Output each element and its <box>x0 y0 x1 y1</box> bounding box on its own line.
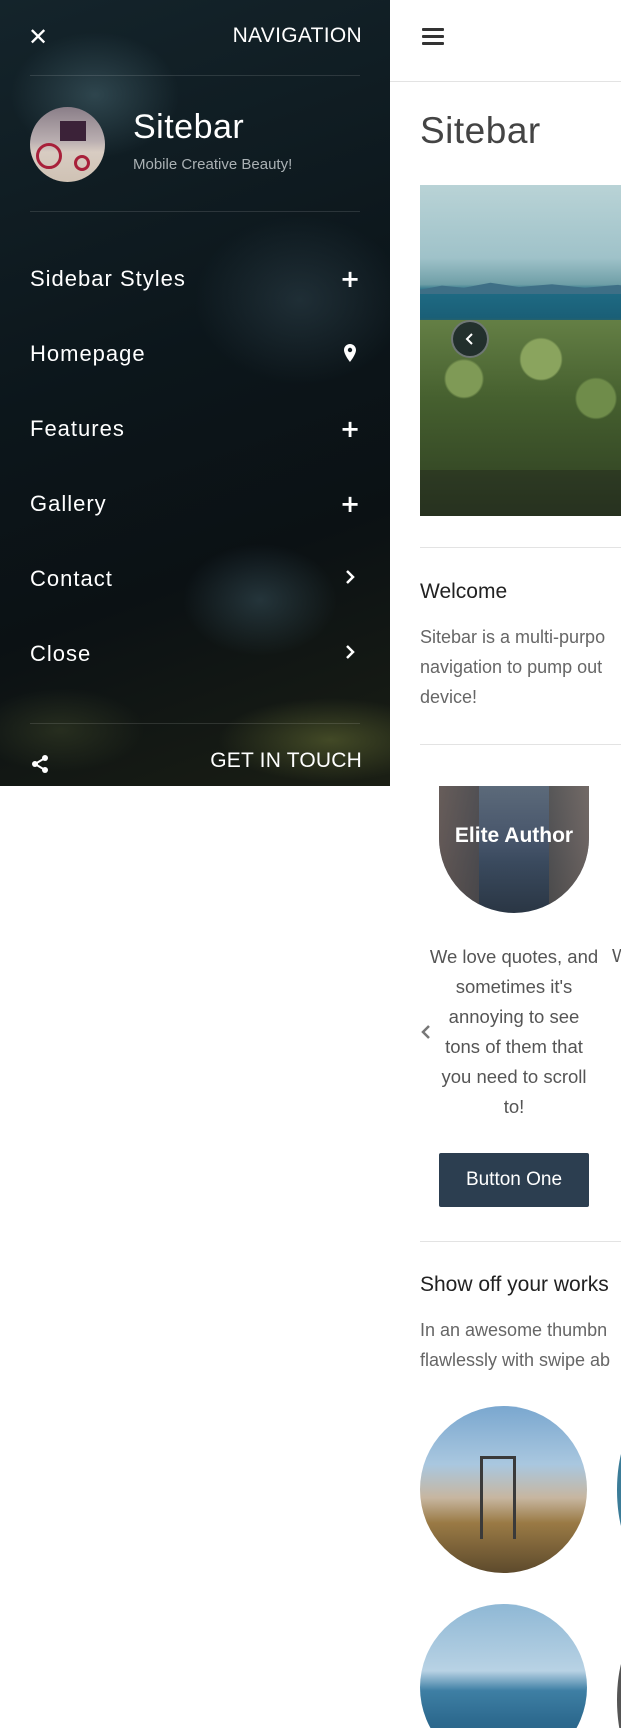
sidebar-item-homepage[interactable]: Homepage <box>30 327 360 383</box>
sidebar-item-features[interactable]: Features + <box>30 402 360 458</box>
sidebar-heading: NAVIGATION <box>232 24 362 47</box>
works-heading: Show off your works <box>420 1273 609 1296</box>
brand-tagline: Mobile Creative Beauty! <box>133 156 293 173</box>
top-bar <box>390 0 621 82</box>
sidebar-item-label: Features <box>30 416 125 441</box>
divider <box>30 211 360 212</box>
gallery-thumb[interactable] <box>420 1406 587 1573</box>
hamburger-icon[interactable] <box>422 28 444 46</box>
divider <box>30 723 360 724</box>
button-one[interactable]: Button One <box>439 1153 589 1207</box>
divider <box>420 547 621 548</box>
works-line: flawlessly with swipe ab <box>420 1350 611 1370</box>
plus-icon: + <box>340 265 361 293</box>
gallery-thumb[interactable] <box>420 1604 587 1728</box>
divider <box>30 75 360 76</box>
quote-slider: Elite Author We love quotes, and sometim… <box>390 786 621 1216</box>
next-quote-peek: W <box>612 945 621 966</box>
chevron-left-icon <box>465 333 473 345</box>
main-content: Sitebar Welcome Sitebar is a multi-purpo… <box>390 0 621 1728</box>
plus-icon: + <box>340 415 361 443</box>
image-slider[interactable] <box>420 185 621 516</box>
works-line: In an awesome thumbn <box>420 1320 608 1340</box>
brand-name: Sitebar <box>133 108 245 146</box>
author-name: Elite Author <box>454 824 574 847</box>
welcome-line: device! <box>420 687 478 707</box>
gallery-thumb[interactable] <box>617 1430 621 1550</box>
map-marker-icon <box>340 339 360 362</box>
sidebar-item-close[interactable]: Close <box>30 627 360 683</box>
slider-caption-shade <box>420 470 621 516</box>
sidebar-navigation: ✕ NAVIGATION Sitebar Mobile Creative Bea… <box>0 0 390 786</box>
quote-line: to! <box>503 1096 525 1117</box>
sidebar-item-label: Contact <box>30 566 113 591</box>
divider <box>420 1241 621 1242</box>
page-title: Sitebar <box>420 110 541 151</box>
brand-avatar <box>30 107 105 182</box>
close-icon[interactable]: ✕ <box>28 24 48 50</box>
sidebar-item-gallery[interactable]: Gallery + <box>30 477 360 533</box>
welcome-line: Sitebar is a multi-purpo <box>420 627 606 647</box>
chevron-right-icon <box>340 564 360 585</box>
chevron-right-icon <box>340 639 360 660</box>
slider-prev-button[interactable] <box>451 320 489 358</box>
plus-icon: + <box>340 490 361 518</box>
quote-line: tons of them that <box>445 1036 583 1057</box>
welcome-line: navigation to pump out <box>420 657 603 677</box>
quote-text: We love quotes, and sometimes it's annoy… <box>424 942 604 1122</box>
quote-line: We love quotes, and <box>429 946 599 967</box>
get-in-touch-link[interactable]: GET IN TOUCH <box>210 749 362 773</box>
quote-line: sometimes it's <box>455 976 573 997</box>
share-icon[interactable] <box>30 754 50 774</box>
sidebar-item-label: Gallery <box>30 491 107 516</box>
sidebar-item-contact[interactable]: Contact <box>30 552 360 608</box>
sidebar-item-label: Close <box>30 641 92 666</box>
quote-line: you need to scroll <box>441 1066 587 1087</box>
slider-image-hills <box>420 282 621 294</box>
welcome-heading: Welcome <box>420 580 508 603</box>
works-text: In an awesome thumbn flawlessly with swi… <box>420 1315 621 1375</box>
divider <box>420 744 621 745</box>
quote-line: annoying to see <box>448 1006 580 1027</box>
sidebar-item-label: Homepage <box>30 341 146 366</box>
welcome-text: Sitebar is a multi-purpo navigation to p… <box>420 622 621 712</box>
author-avatar: Elite Author <box>439 786 589 913</box>
sidebar-item-label: Sidebar Styles <box>30 266 186 291</box>
gallery-thumb[interactable] <box>617 1640 621 1728</box>
sidebar-item-sidebar-styles[interactable]: Sidebar Styles + <box>30 252 360 308</box>
